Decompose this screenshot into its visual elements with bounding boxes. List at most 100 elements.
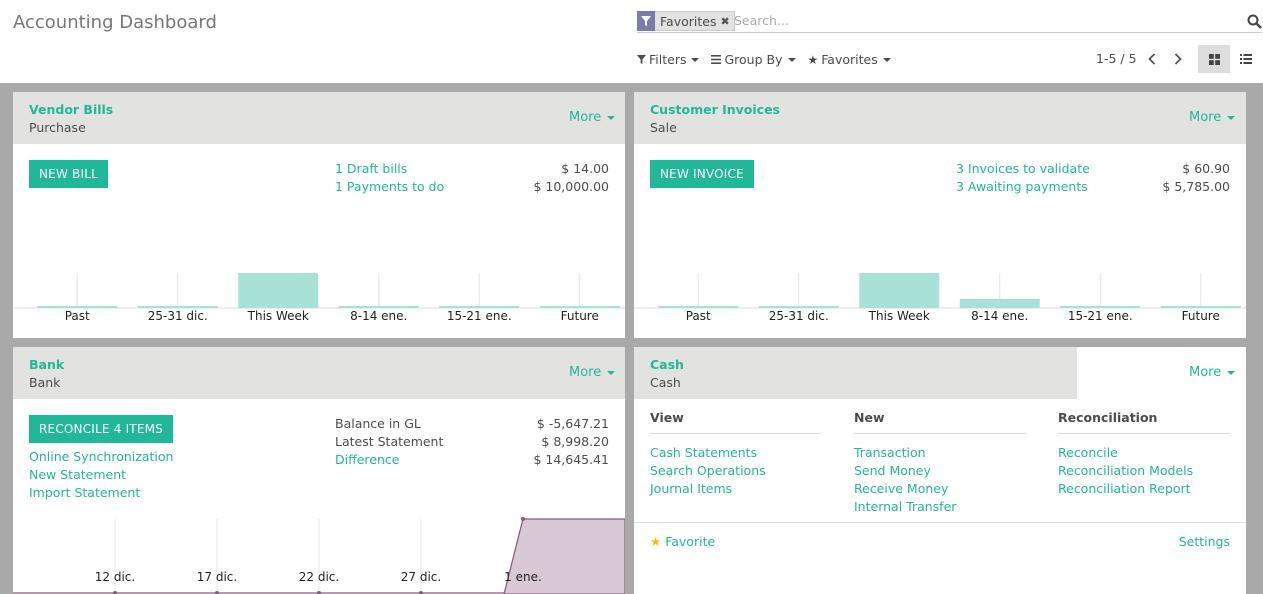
new-bill-button[interactable]: NEW BILL <box>29 160 108 188</box>
bank-chart[interactable]: 12 dic. 17 dic. 22 dic. 27 dic. 1 ene. <box>13 515 625 594</box>
send-money-link[interactable]: Send Money <box>854 463 931 478</box>
view-column-heading: View <box>650 410 684 425</box>
card-title[interactable]: Customer Invoices <box>650 102 780 117</box>
card-title[interactable]: Bank <box>29 357 64 372</box>
difference-link[interactable]: Difference <box>335 452 399 467</box>
search-bar[interactable]: Favorites ✖ <box>637 10 1262 33</box>
chart-x-label: 25-31 dic. <box>148 309 208 323</box>
caret-down-icon <box>1227 115 1236 120</box>
caret-down-icon <box>787 57 796 62</box>
more-dropdown[interactable]: More <box>569 365 616 380</box>
chart-x-label: Past <box>686 309 711 323</box>
chart-bar[interactable] <box>959 298 1040 308</box>
payments-to-do-link[interactable]: 1 Payments to do <box>335 179 444 194</box>
reconciliation-models-link[interactable]: Reconciliation Models <box>1058 463 1193 478</box>
more-dropdown[interactable]: More <box>569 110 616 125</box>
chart-bar[interactable] <box>238 273 319 308</box>
favorite-toggle[interactable]: ★ Favorite <box>650 534 715 549</box>
search-input[interactable] <box>734 13 1234 28</box>
caret-down-icon <box>1227 370 1236 375</box>
search-icon[interactable] <box>1247 14 1262 33</box>
latest-statement-label: Latest Statement <box>335 434 444 449</box>
kanban-view-button[interactable] <box>1198 45 1230 73</box>
chart-x-label: 17 dic. <box>197 570 237 584</box>
awaiting-payments-link[interactable]: 3 Awaiting payments <box>956 179 1088 194</box>
search-operations-link[interactable]: Search Operations <box>650 463 766 478</box>
import-statement-link[interactable]: Import Statement <box>29 485 140 500</box>
chart-x-label: 12 dic. <box>95 570 135 584</box>
chart-bar[interactable] <box>1060 306 1141 308</box>
filters-label: Filters <box>649 52 687 67</box>
chart-bar[interactable] <box>658 306 739 308</box>
facet-label: Favorites <box>660 13 717 29</box>
chart-x-label: 15-21 ene. <box>1068 309 1133 323</box>
chart-point[interactable] <box>521 517 525 521</box>
chart-x-label: Future <box>1182 309 1220 323</box>
chart-x-label: This Week <box>868 309 930 323</box>
search-facet[interactable]: Favorites ✖ <box>637 10 735 31</box>
draft-bills-link[interactable]: 1 Draft bills <box>335 161 407 176</box>
chart-bar[interactable] <box>758 306 839 308</box>
reconciliation-column-heading: Reconciliation <box>1058 410 1158 425</box>
new-invoice-button[interactable]: NEW INVOICE <box>650 160 754 188</box>
caret-down-icon <box>882 57 891 62</box>
chart-x-label: 25-31 dic. <box>769 309 829 323</box>
chart-bar[interactable] <box>439 306 520 308</box>
list-view-button[interactable] <box>1230 45 1262 73</box>
transaction-link[interactable]: Transaction <box>854 445 926 460</box>
card-subtitle: Bank <box>29 375 61 390</box>
internal-transfer-link[interactable]: Internal Transfer <box>854 499 956 514</box>
receive-money-link[interactable]: Receive Money <box>854 481 948 496</box>
settings-link[interactable]: Settings <box>1179 534 1230 549</box>
list-icon <box>1240 54 1252 64</box>
reconcile-items-button[interactable]: RECONCILE 4 ITEMS <box>29 415 173 443</box>
difference-amount: $ 14,645.41 <box>533 452 609 467</box>
pager-next-button[interactable] <box>1169 49 1187 69</box>
divider <box>854 433 1026 434</box>
filter-icon <box>637 55 646 64</box>
chart-bar[interactable] <box>37 306 118 308</box>
favorites-dropdown[interactable]: ★ Favorites <box>808 52 891 67</box>
divider <box>1058 433 1230 434</box>
chart-bar[interactable] <box>338 306 419 308</box>
customer-invoices-chart[interactable]: Past 25-31 dic. This Week 8-14 ene. 15-21 en… <box>634 262 1246 338</box>
bars-icon <box>711 55 722 64</box>
chevron-right-icon <box>1174 53 1182 65</box>
card-header: Vendor Bills Purchase More <box>13 92 625 144</box>
group-by-label: Group By <box>724 52 783 67</box>
reconciliation-report-link[interactable]: Reconciliation Report <box>1058 481 1191 496</box>
card-subtitle: Purchase <box>29 120 86 135</box>
more-dropdown[interactable]: More <box>1189 110 1236 125</box>
star-icon: ★ <box>650 534 662 549</box>
online-synchronization-link[interactable]: Online Synchronization <box>29 449 173 464</box>
balance-gl-label: Balance in GL <box>335 416 421 431</box>
page-title: Accounting Dashboard <box>13 12 217 33</box>
chart-bar[interactable] <box>859 273 940 308</box>
vendor-bills-chart[interactable]: Past 25-31 dic. This Week 8-14 ene. 15-21 en… <box>13 262 625 338</box>
chart-bar[interactable] <box>1160 306 1241 308</box>
chart-bar[interactable] <box>137 306 218 308</box>
more-dropdown[interactable]: More <box>1189 365 1236 380</box>
new-statement-link[interactable]: New Statement <box>29 467 126 482</box>
divider <box>634 522 1246 523</box>
journal-items-link[interactable]: Journal Items <box>650 481 732 496</box>
cash-card: Cash Cash More View Cash Statements Sear… <box>634 347 1246 594</box>
favorites-label: Favorites <box>821 52 878 67</box>
group-by-dropdown[interactable]: Group By <box>711 52 796 67</box>
cash-statements-link[interactable]: Cash Statements <box>650 445 757 460</box>
chart-x-label: 8-14 ene. <box>350 309 407 323</box>
pager-previous-button[interactable] <box>1143 49 1161 69</box>
favorite-label: Favorite <box>665 534 716 549</box>
control-panel: Accounting Dashboard Favorites ✖ Filters… <box>0 0 1263 83</box>
card-title[interactable]: Vendor Bills <box>29 102 113 117</box>
invoices-to-validate-link[interactable]: 3 Invoices to validate <box>956 161 1090 176</box>
balance-gl-amount: $ -5,647.21 <box>536 416 609 431</box>
facet-remove-icon[interactable]: ✖ <box>720 15 733 28</box>
card-title[interactable]: Cash <box>650 357 684 372</box>
filters-dropdown[interactable]: Filters <box>637 52 700 67</box>
more-label: More <box>569 365 602 380</box>
caret-down-icon <box>607 115 616 120</box>
vendor-bills-card: Vendor Bills Purchase More NEW BILL 1 Dr… <box>13 92 625 338</box>
reconcile-link[interactable]: Reconcile <box>1058 445 1118 460</box>
chart-bar[interactable] <box>539 306 620 308</box>
